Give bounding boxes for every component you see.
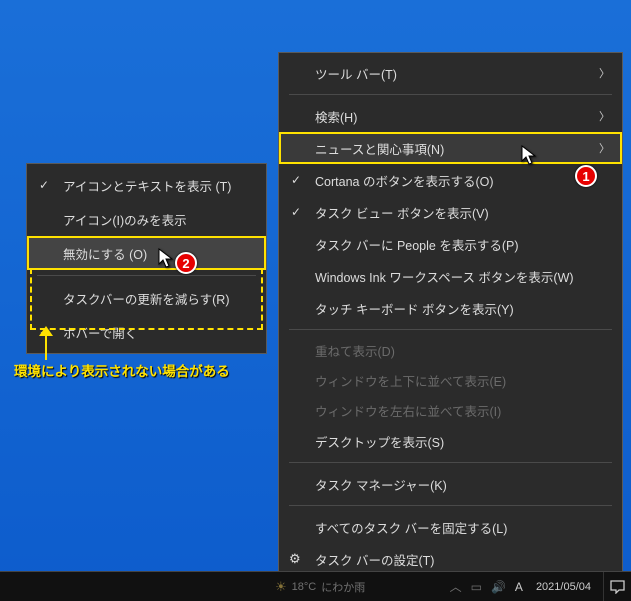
tray-network-icon[interactable]: ▭ [471,580,482,594]
menu-label: ホバーで開く [63,323,252,342]
menu-label: タスク バーに People を表示する(P) [315,235,608,254]
menu-label: タスク ビュー ボタンを表示(V) [315,203,608,222]
menu-separator [289,505,612,506]
menu-label: アイコンとテキストを表示 (T) [63,176,252,195]
menu-item-taskview[interactable]: ✓ タスク ビュー ボタンを表示(V) [279,196,622,228]
menu-item-stack-vertical: ウィンドウを上下に並べて表示(E) [279,365,622,395]
submenu-item-reduce-updates[interactable]: タスクバーの更新を減らす(R) [27,281,266,315]
taskbar[interactable]: ☀ 18°C にわか雨 ︿ ▭ 🔊 A 2021/05/04 [0,571,631,601]
menu-item-search[interactable]: 検索(H) 〉 [279,100,622,132]
menu-separator [289,329,612,330]
menu-label: タスク マネージャー(K) [315,475,608,494]
taskbar-left: ☀ 18°C にわか雨 [0,579,442,595]
annotation-badge-2: 2 [175,252,197,274]
menu-label: タスクバーの更新を減らす(R) [63,289,252,308]
submenu-item-hover-open[interactable]: ✓ ホバーで開く [27,315,266,349]
tray-action-center[interactable] [603,572,631,601]
menu-item-ink[interactable]: Windows Ink ワークスペース ボタンを表示(W) [279,260,622,292]
chevron-right-icon: 〉 [599,108,610,124]
notification-icon [610,580,625,594]
menu-label: 無効にする (O) [63,244,252,263]
taskbar-context-menu: ツール バー(T) 〉 検索(H) 〉 ニュースと関心事項(N) 〉 ✓ Cor… [278,52,623,580]
menu-separator [37,275,256,276]
submenu-item-icon-only[interactable]: アイコン(I)のみを表示 [27,202,266,236]
tray-volume-icon[interactable]: 🔊 [491,580,506,594]
menu-item-show-desktop[interactable]: デスクトップを表示(S) [279,425,622,457]
menu-separator [289,462,612,463]
tray-ime-indicator[interactable]: A [515,580,523,594]
menu-label: ウィンドウを上下に並べて表示(E) [315,371,608,390]
menu-label: タスク バーの設定(T) [315,550,608,569]
menu-label: ウィンドウを左右に並べて表示(I) [315,401,608,420]
menu-label: デスクトップを表示(S) [315,432,608,451]
weather-text: にわか雨 [321,579,365,595]
chevron-right-icon: 〉 [599,140,610,156]
menu-item-toolbar[interactable]: ツール バー(T) 〉 [279,57,622,89]
menu-label: ニュースと関心事項(N) [315,139,608,158]
submenu-item-icon-text[interactable]: ✓ アイコンとテキストを表示 (T) [27,168,266,202]
submenu-item-disable[interactable]: 無効にする (O) [27,236,266,270]
menu-separator [289,94,612,95]
menu-item-cortana[interactable]: ✓ Cortana のボタンを表示する(O) [279,164,622,196]
menu-label: ツール バー(T) [315,64,608,83]
gear-icon: ⚙ [289,551,301,567]
menu-label: 重ねて表示(D) [315,341,608,360]
menu-item-cascade: 重ねて表示(D) [279,335,622,365]
check-icon: ✓ [291,173,301,187]
menu-label: すべてのタスク バーを固定する(L) [315,518,608,537]
tray-chevron-up-icon[interactable]: ︿ [450,578,462,595]
chevron-right-icon: 〉 [599,65,610,81]
menu-label: アイコン(I)のみを表示 [63,210,252,229]
annotation-note: 環境により表示されない場合がある [14,360,230,380]
menu-item-stack-horizontal: ウィンドウを左右に並べて表示(I) [279,395,622,425]
check-icon: ✓ [39,178,49,192]
annotation-arrow-head [39,326,53,336]
tray-date[interactable]: 2021/05/04 [532,581,595,593]
taskbar-weather[interactable]: ☀ 18°C にわか雨 [275,579,365,595]
menu-item-people[interactable]: タスク バーに People を表示する(P) [279,228,622,260]
menu-item-touchkb[interactable]: タッチ キーボード ボタンを表示(Y) [279,292,622,324]
menu-label: 検索(H) [315,107,608,126]
taskbar-tray: ︿ ▭ 🔊 A 2021/05/04 [442,578,603,595]
news-submenu: ✓ アイコンとテキストを表示 (T) アイコン(I)のみを表示 無効にする (O… [26,163,267,354]
desktop: ツール バー(T) 〉 検索(H) 〉 ニュースと関心事項(N) 〉 ✓ Cor… [0,0,631,601]
menu-label: Cortana のボタンを表示する(O) [315,171,608,190]
menu-item-lock-all[interactable]: すべてのタスク バーを固定する(L) [279,511,622,543]
check-icon: ✓ [291,205,301,219]
menu-label: タッチ キーボード ボタンを表示(Y) [315,299,608,318]
menu-item-task-manager[interactable]: タスク マネージャー(K) [279,468,622,500]
menu-label: Windows Ink ワークスペース ボタンを表示(W) [315,267,608,286]
weather-icon: ☀ [275,579,287,595]
menu-item-news[interactable]: ニュースと関心事項(N) 〉 [279,132,622,164]
weather-temp: 18°C [292,581,317,593]
annotation-badge-1: 1 [575,165,597,187]
